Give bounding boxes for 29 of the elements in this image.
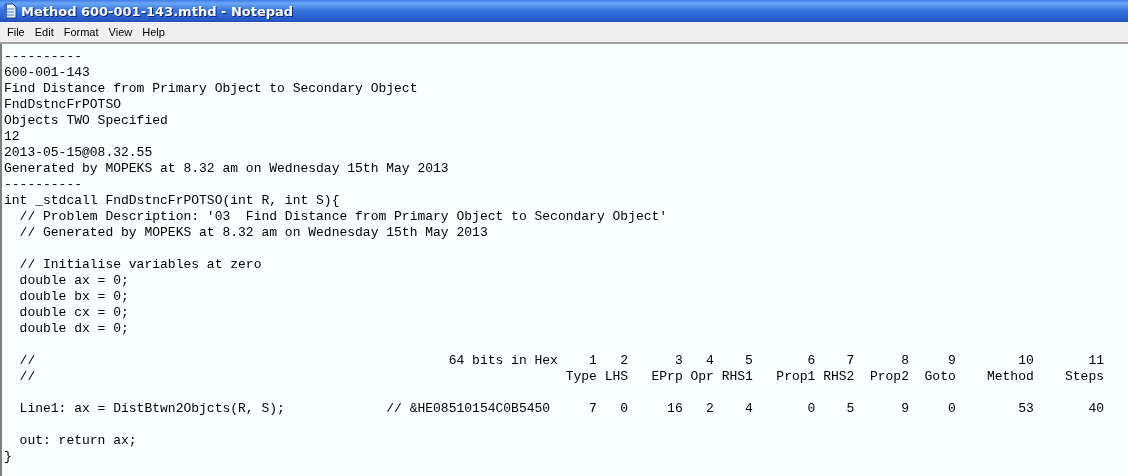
text-line: ---------- bbox=[4, 177, 82, 193]
text-line: // Type LHS EPrp Opr RHS1 Prop1 RHS2 Prop2 Goto Method Steps bbox=[18, 369, 1104, 385]
text-line: int _stdcall FndDstncFrPOTSO(int R, int S){ bbox=[4, 193, 340, 209]
window-title: Method 600-001-143.mthd - Notepad bbox=[21, 3, 294, 19]
text-line: double cx = 0; bbox=[18, 305, 129, 321]
text-line: 600-001-143 bbox=[4, 65, 90, 81]
text-line: FndDstncFrPOTSO bbox=[4, 97, 122, 113]
text-line: 2013-05-15@08.32.55 bbox=[4, 145, 153, 161]
text-line: out: return ax; bbox=[18, 433, 137, 449]
menu-item[interactable]: View bbox=[103, 26, 138, 38]
menu-item[interactable]: Help bbox=[137, 26, 170, 38]
text-line: double bx = 0; bbox=[18, 289, 129, 305]
text-line: Generated by MOPEKS at 8.32 am on Wednesday 15th May 2013 bbox=[4, 161, 449, 177]
menu-item[interactable]: File bbox=[2, 26, 30, 38]
text-line: Find Distance from Primary Object to Secondary Object bbox=[4, 81, 418, 97]
text-line: // Problem Description: '03 Find Distance from Primary Object to Secondary Object' bbox=[18, 209, 668, 225]
text-line: ---------- bbox=[4, 49, 82, 65]
menu-item[interactable]: Edit bbox=[29, 26, 59, 38]
text-line: Line1: ax = DistBtwn2Objcts(R, S); // &HE08510154C0B5450 7 0 16 2 4 0 5 9 0 53 40 bbox=[18, 401, 1104, 417]
menu-item[interactable]: Format bbox=[58, 26, 104, 38]
text-line: // 64 bits in Hex 1 2 3 4 5 6 7 8 9 10 11 bbox=[18, 353, 1104, 369]
text-line: Objects TWO Specified bbox=[4, 113, 168, 129]
text-line: 12 bbox=[4, 129, 20, 145]
notepad-icon bbox=[3, 3, 17, 19]
text-line: // Initialise variables at zero bbox=[18, 257, 262, 273]
text-line: double ax = 0; bbox=[18, 273, 129, 289]
text-line: double dx = 0; bbox=[18, 321, 129, 337]
text-line: } bbox=[4, 449, 12, 465]
text-line: // Generated by MOPEKS at 8.32 am on Wednesday 15th May 2013 bbox=[18, 225, 488, 241]
